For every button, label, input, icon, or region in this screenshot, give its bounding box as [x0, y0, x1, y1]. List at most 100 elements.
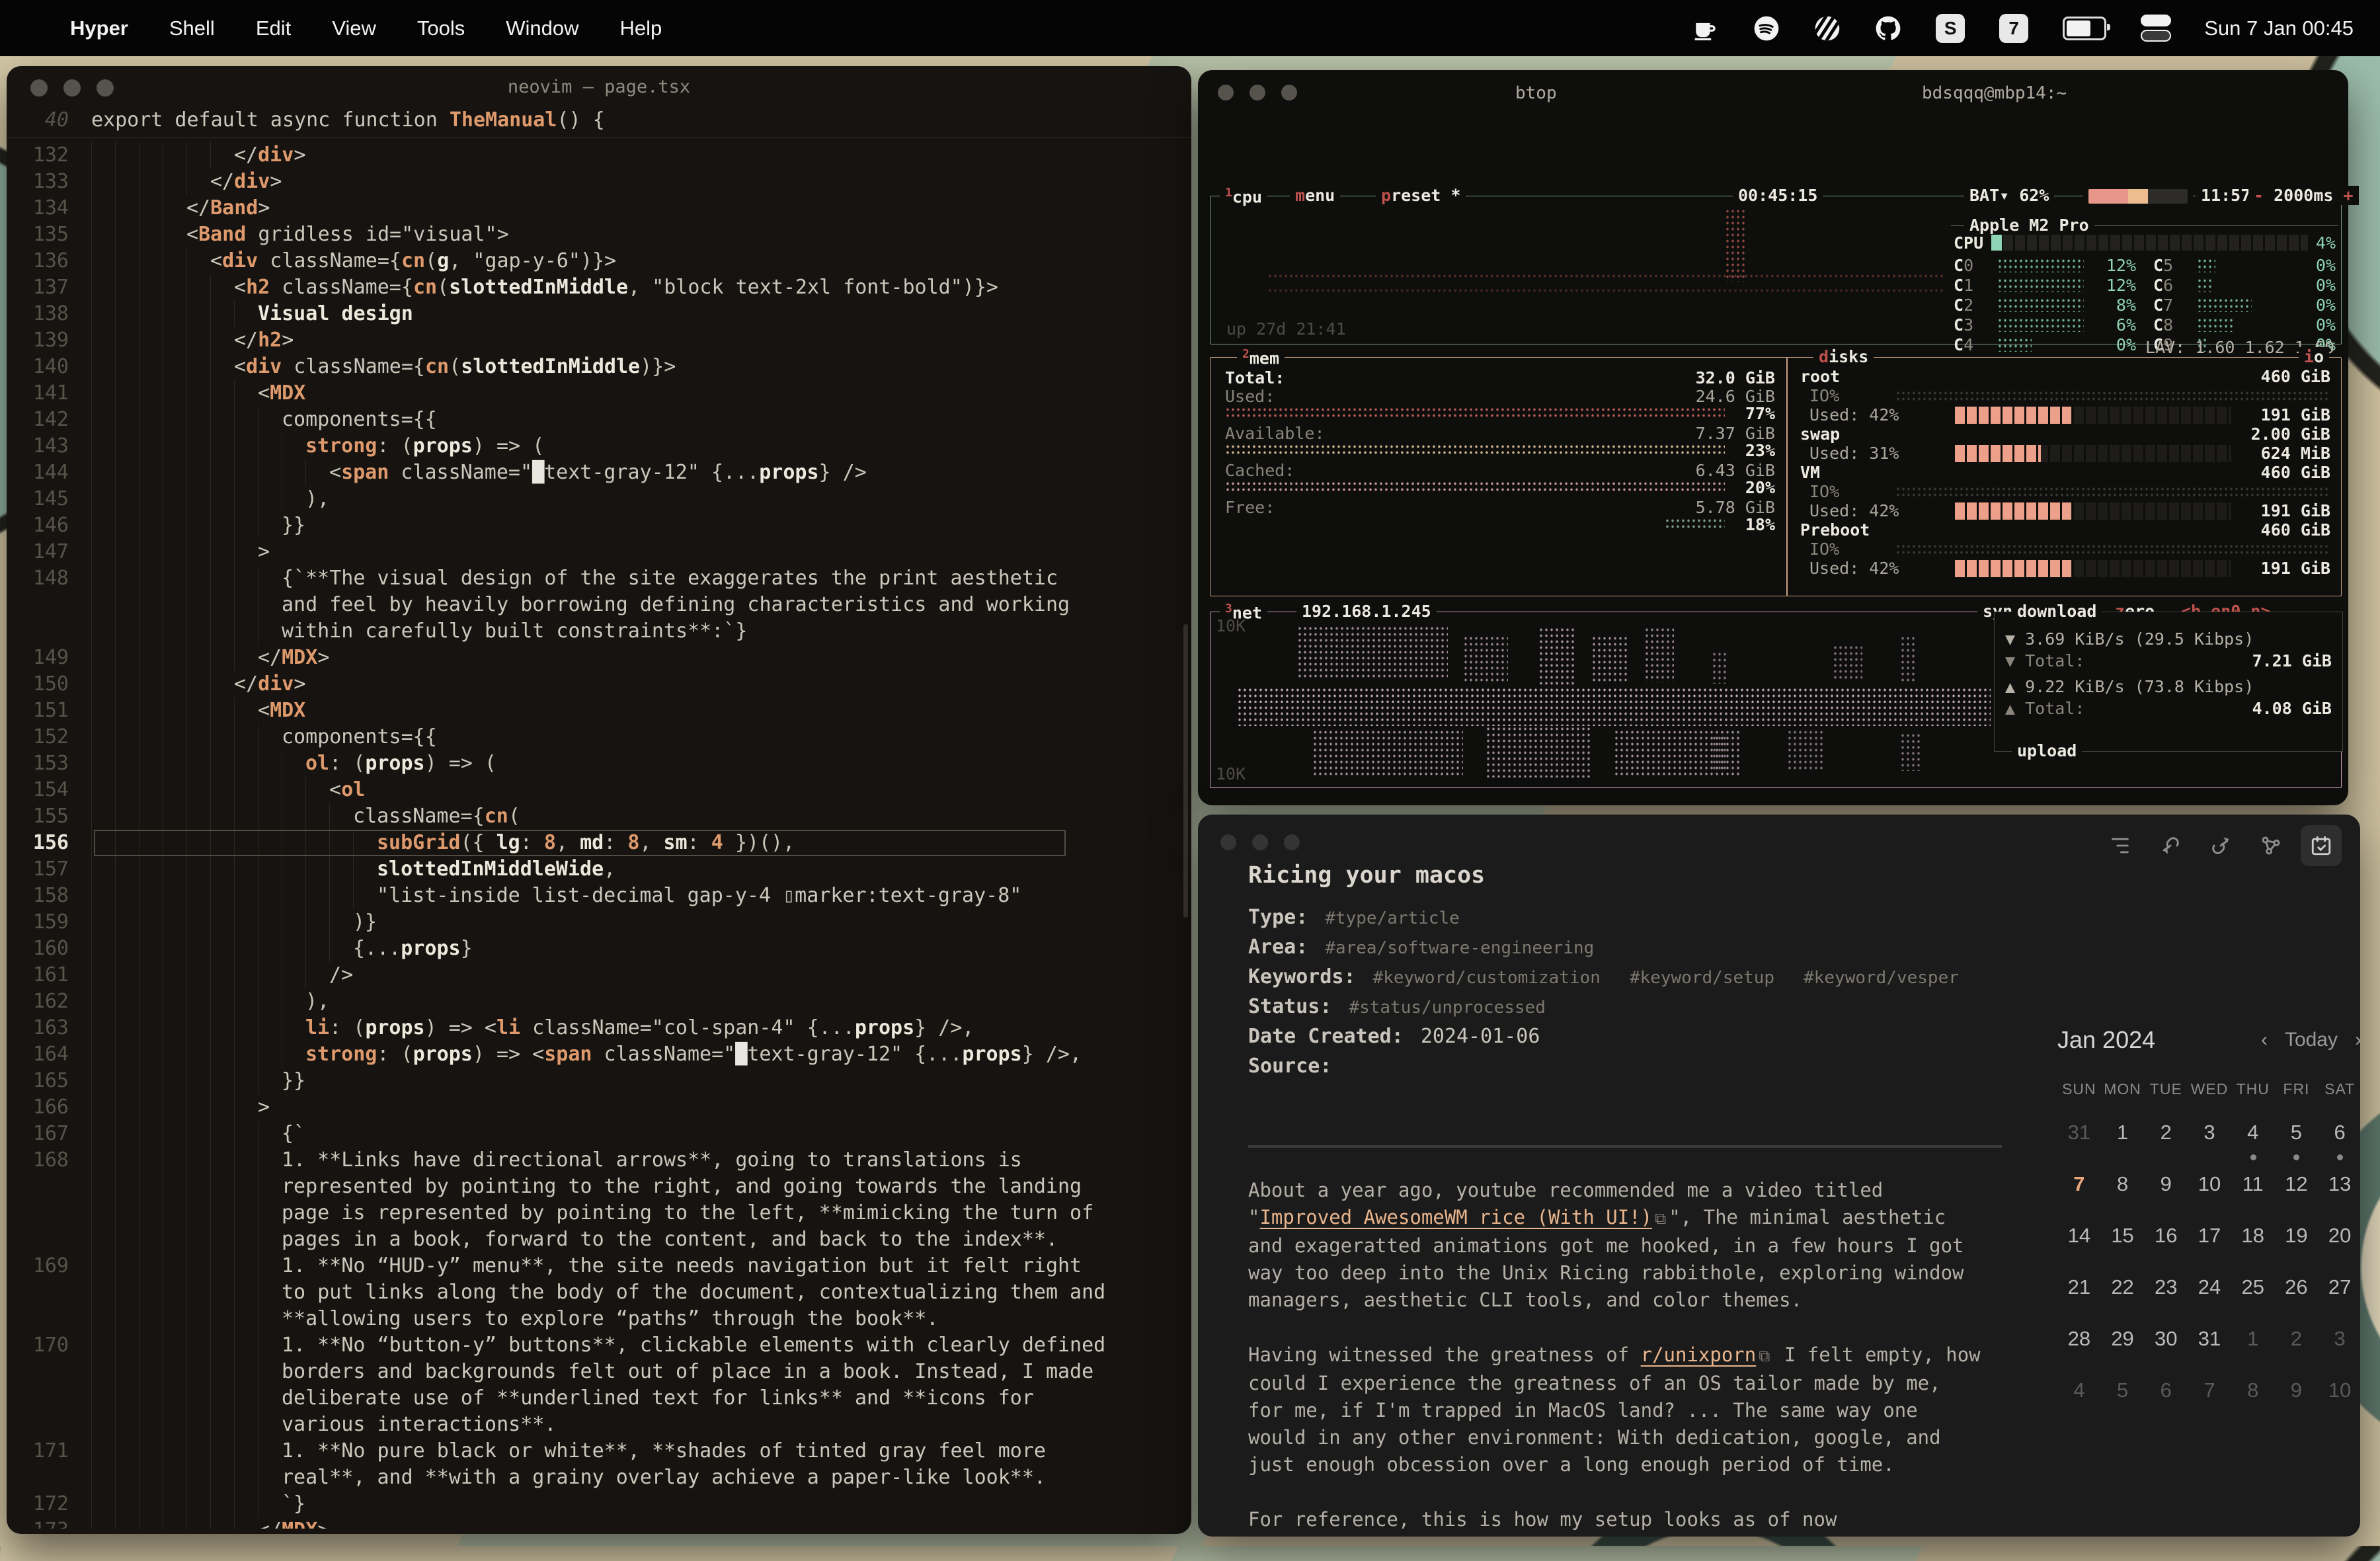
calendar-day[interactable]: 4 — [2057, 1379, 2101, 1408]
calendar-day[interactable]: 7 — [2188, 1379, 2231, 1408]
calendar-day[interactable]: 23 — [2144, 1275, 2188, 1304]
zoom-button[interactable] — [1284, 834, 1300, 850]
minimize-button[interactable] — [1250, 85, 1265, 100]
calendar-day-today[interactable]: 7 — [2057, 1172, 2101, 1201]
calendar-day[interactable]: 17 — [2188, 1224, 2231, 1253]
metadata-tag[interactable]: #keyword/setup — [1630, 968, 1774, 988]
net-graph-dots — [1312, 729, 1463, 778]
calendar-day[interactable]: 8 — [2101, 1172, 2145, 1201]
github-icon[interactable] — [1875, 15, 1901, 42]
calendar-day[interactable]: 6 — [2318, 1121, 2361, 1150]
calendar-day[interactable]: 3 — [2188, 1121, 2231, 1150]
calendar-day[interactable]: 31 — [2188, 1327, 2231, 1356]
calendar-today-button[interactable]: Today — [2285, 1029, 2338, 1051]
calendar-day[interactable]: 18 — [2231, 1224, 2275, 1253]
seven-badge-icon[interactable]: 7 — [1999, 14, 2028, 43]
metadata-tag[interactable]: #keyword/vesper — [1804, 968, 1959, 988]
terminal-tab-btop[interactable]: btop — [1515, 83, 1557, 103]
calendar-day[interactable]: 29 — [2101, 1327, 2145, 1356]
calendar-day[interactable]: 2 — [2275, 1327, 2319, 1356]
menu-item-window[interactable]: Window — [506, 17, 578, 40]
io-mode-label[interactable]: io — [2299, 347, 2329, 366]
calendar-day[interactable]: 12 — [2275, 1172, 2319, 1201]
refresh-ms-control[interactable]: - 2000ms + — [2248, 186, 2359, 205]
calendar-day[interactable]: 20 — [2318, 1224, 2361, 1253]
app-menu-hyper[interactable]: Hyper — [70, 17, 128, 40]
caffeine-cup-icon[interactable] — [1692, 17, 1719, 40]
calendar-day[interactable]: 31 — [2057, 1121, 2101, 1150]
metadata-tag[interactable]: #type/article — [1325, 908, 1460, 928]
code-line: within carefully built constraints**:`} — [7, 618, 1191, 645]
calendar-day[interactable]: 15 — [2101, 1224, 2145, 1253]
calendar-day[interactable]: 24 — [2188, 1275, 2231, 1304]
editor-titlebar[interactable]: neovim — page.tsx — [7, 66, 1191, 107]
close-button[interactable] — [30, 79, 48, 97]
calendar-day[interactable]: 19 — [2275, 1224, 2319, 1253]
calendar-day[interactable]: 14 — [2057, 1224, 2101, 1253]
close-button[interactable] — [1218, 85, 1234, 100]
zoom-button[interactable] — [97, 79, 114, 97]
menu-item-tools[interactable]: Tools — [417, 17, 465, 40]
indent-guide — [91, 1491, 115, 1517]
calendar-day[interactable]: 8 — [2231, 1379, 2275, 1408]
metadata-tag[interactable]: #area/software-engineering — [1325, 938, 1594, 958]
terminal-tab-shell[interactable]: bdsqqq@mbp14:~ — [1922, 83, 2067, 103]
control-center-icon[interactable] — [2141, 13, 2171, 44]
calendar-next-button[interactable]: › — [2355, 1029, 2361, 1051]
code-area[interactable]: 40export default async function TheManua… — [7, 107, 1191, 1529]
editor-scrollbar[interactable] — [1183, 624, 1188, 918]
calendar-day[interactable]: 1 — [2101, 1121, 2145, 1150]
calendar-day[interactable]: 26 — [2275, 1275, 2319, 1304]
calendar-day[interactable]: 30 — [2144, 1327, 2188, 1356]
battery-icon[interactable] — [2063, 17, 2106, 40]
calendar-day[interactable]: 10 — [2318, 1379, 2361, 1408]
note-link[interactable]: r/unixporn — [1641, 1343, 1757, 1366]
menu-item-help[interactable]: Help — [620, 17, 662, 40]
calendar-day[interactable]: 9 — [2275, 1379, 2319, 1408]
menu-item-shell[interactable]: Shell — [169, 17, 215, 40]
calendar-day[interactable]: 1 — [2231, 1327, 2275, 1356]
preset-button[interactable]: preset * — [1376, 186, 1466, 205]
s-badge-icon[interactable]: S — [1936, 14, 1965, 43]
calendar-day[interactable]: 28 — [2057, 1327, 2101, 1356]
outgoing-links-icon[interactable] — [2200, 825, 2241, 866]
calendar-day[interactable]: 13 — [2318, 1172, 2361, 1201]
menu-item-view[interactable]: View — [332, 17, 376, 40]
outline-icon[interactable] — [2100, 825, 2141, 866]
calendar-day[interactable]: 5 — [2101, 1379, 2145, 1408]
calendar-day[interactable]: 10 — [2188, 1172, 2231, 1201]
note-link[interactable]: Improved AwesomeWM rice (With UI!) — [1259, 1206, 1652, 1228]
close-button[interactable] — [1220, 834, 1236, 850]
menu-button[interactable]: menu — [1290, 186, 1340, 205]
calendar-day[interactable]: 25 — [2231, 1275, 2275, 1304]
menu-item-edit[interactable]: Edit — [256, 17, 291, 40]
graph-icon[interactable] — [2250, 825, 2291, 866]
metadata-tag[interactable]: #status/unprocessed — [1349, 998, 1545, 1018]
backlinks-icon[interactable] — [2150, 825, 2191, 866]
calendar-day[interactable]: 11 — [2231, 1172, 2275, 1201]
calendar-day[interactable]: 9 — [2144, 1172, 2188, 1201]
minimize-button[interactable] — [63, 79, 81, 97]
calendar-prev-button[interactable]: ‹ — [2261, 1029, 2268, 1051]
indent-guide — [258, 618, 282, 645]
zoom-button[interactable] — [1281, 85, 1297, 100]
calendar-day[interactable]: 27 — [2318, 1275, 2361, 1304]
minimize-button[interactable] — [1252, 834, 1268, 850]
calendar-icon[interactable] — [2301, 825, 2342, 866]
spotify-icon[interactable] — [1753, 15, 1780, 42]
code-token: ) => < — [473, 1041, 544, 1068]
calendar-day[interactable]: 2 — [2144, 1121, 2188, 1150]
menu-clock[interactable]: Sun 7 Jan 00:45 — [2204, 17, 2354, 40]
indent-guide — [258, 803, 282, 830]
calendar-day[interactable]: 16 — [2144, 1224, 2188, 1253]
calendar-day[interactable]: 4 — [2231, 1121, 2275, 1150]
calendar-day[interactable]: 6 — [2144, 1379, 2188, 1408]
calendar-day[interactable]: 3 — [2318, 1327, 2361, 1356]
indent-guide — [234, 883, 258, 909]
calendar-day[interactable]: 22 — [2101, 1275, 2145, 1304]
striped-ball-icon[interactable] — [1814, 15, 1841, 42]
calendar-day[interactable]: 21 — [2057, 1275, 2101, 1304]
metadata-tag[interactable]: #keyword/customization — [1373, 968, 1601, 988]
net-graph-dots — [1237, 705, 1991, 726]
calendar-day[interactable]: 5 — [2275, 1121, 2319, 1150]
